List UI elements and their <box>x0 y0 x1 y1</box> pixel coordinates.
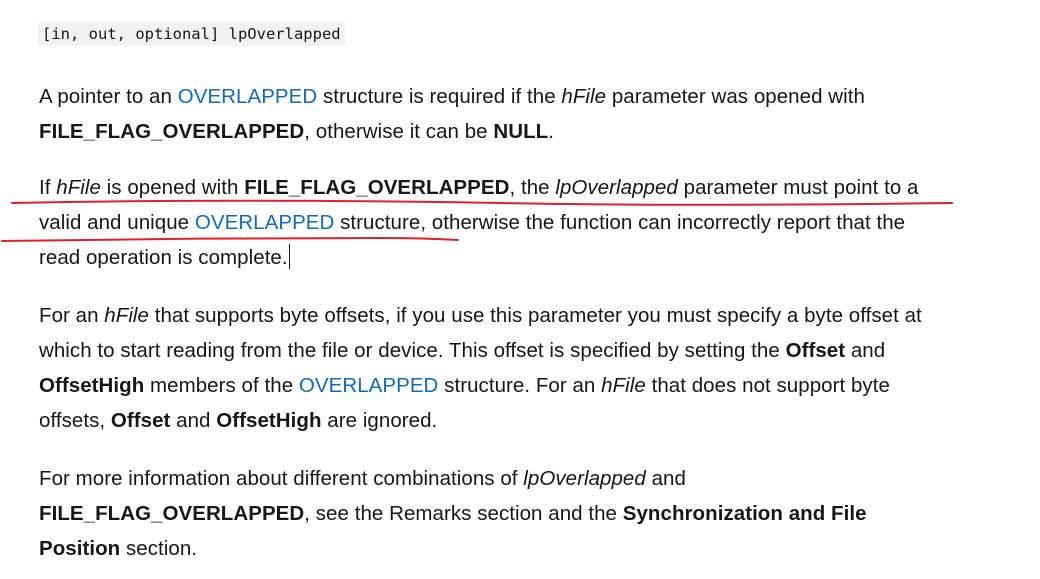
paragraph-unique-overlapped: If hFile is opened with FILE_FLAG_OVERLA… <box>39 176 919 269</box>
text-cursor <box>288 244 290 269</box>
overlapped-link[interactable]: OVERLAPPED <box>178 85 318 108</box>
paragraph-more-information: For more information about different com… <box>39 467 867 560</box>
overlapped-link[interactable]: OVERLAPPED <box>299 374 439 397</box>
paragraph-pointer-required: A pointer to an OVERLAPPED structure is … <box>39 85 865 143</box>
doc-content: [in, out, optional] lpOverlapped A point… <box>38 22 939 560</box>
overlapped-link[interactable]: OVERLAPPED <box>195 211 335 234</box>
param-signature: [in, out, optional] lpOverlapped <box>38 22 345 46</box>
paragraph-byte-offsets: For an hFile that supports byte offsets,… <box>39 304 922 432</box>
